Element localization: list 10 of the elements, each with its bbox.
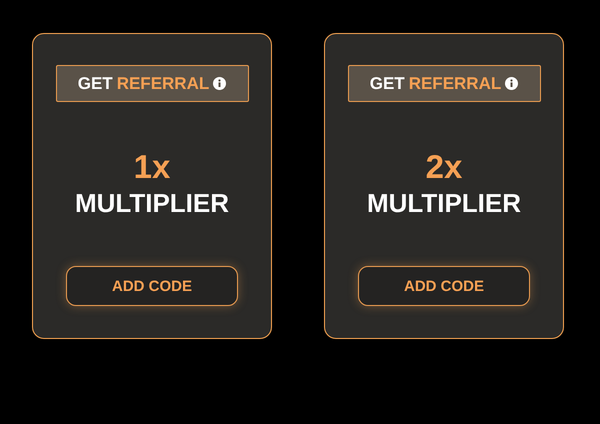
multiplier-value: 1x bbox=[134, 148, 170, 186]
get-referral-button[interactable]: GET REFERRAL bbox=[348, 65, 540, 102]
multiplier-value: 2x bbox=[426, 148, 462, 186]
info-icon bbox=[505, 77, 518, 90]
multiplier-label: MULTIPLIER bbox=[366, 187, 522, 219]
get-referral-button[interactable]: GET REFERRAL bbox=[56, 65, 248, 102]
info-icon bbox=[213, 77, 226, 90]
multiplier-label: MULTIPLIER bbox=[74, 187, 230, 219]
add-code-button[interactable]: ADD CODE bbox=[66, 266, 238, 306]
add-code-button[interactable]: ADD CODE bbox=[358, 266, 530, 306]
